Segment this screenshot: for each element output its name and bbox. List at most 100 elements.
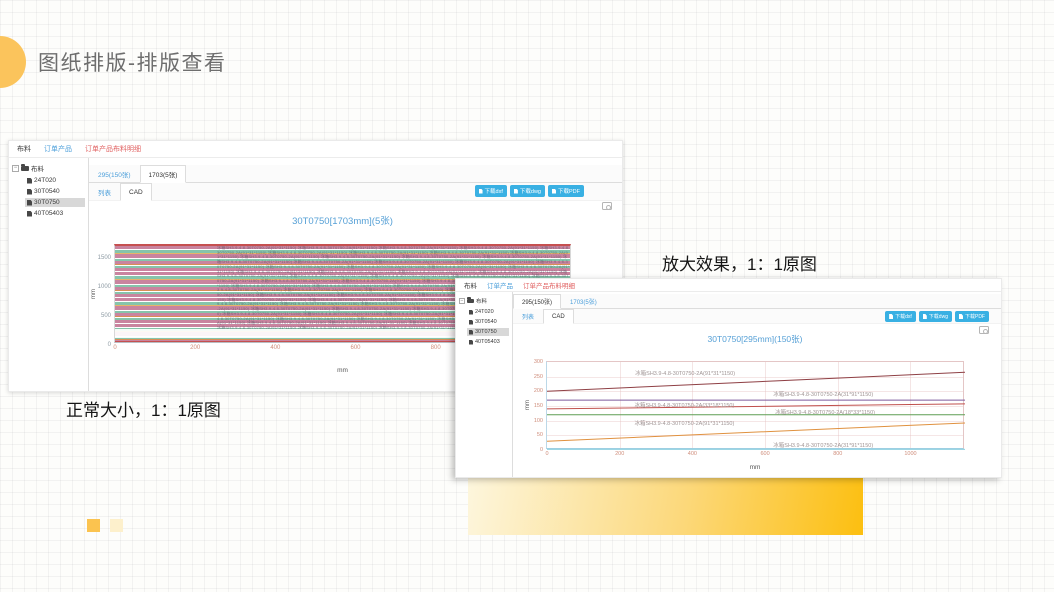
download-file-icon [552,189,556,194]
x-tick-label: 600 [351,345,361,351]
y-tick-label: 0 [540,447,543,453]
tree-item[interactable]: 24T020 [25,176,85,185]
y-tick-label: 50 [537,432,543,438]
x-axis-label: mm [750,464,761,471]
file-icon [469,330,473,335]
folder-icon [21,166,29,171]
series-label: 冰箱SH3.9-4.8-30T0750-2A(31*91*1150) [773,441,873,449]
view-tab[interactable]: CAD [543,309,574,324]
tree-item-label: 30T0750 [475,329,497,335]
tree-item[interactable]: 40T05403 [467,338,509,346]
x-tick-label: 600 [760,451,769,457]
x-tick-label: 0 [113,345,116,351]
export-button[interactable]: 下载dwg [510,185,545,197]
caption-normal-size: 正常大小，1：1原图 [66,396,221,421]
tree-root-label: 布料 [476,297,487,305]
tree-collapse-icon[interactable]: − [12,165,19,172]
x-axis-label: mm [337,367,348,374]
chart-title: 30T0750[1703mm](5张) [114,213,571,227]
y-tick-label: 1500 [98,255,111,261]
tree-collapse-icon[interactable]: − [459,298,465,304]
file-tree[interactable]: − 布料 24T020 30T0540 30T0750 40T05403 [456,292,513,477]
chart-title: 30T0750[295mm](150张) [546,333,964,345]
export-button-label: 下载dwg [520,187,541,195]
x-tick-label: 200 [615,451,624,457]
view-tab[interactable]: CAD [120,183,152,201]
x-tick-label: 400 [270,345,280,351]
nav-tab[interactable]: 订单产品 [44,144,72,154]
size-tabs: 295(150张)1703(5张) [89,165,622,183]
size-tab[interactable]: 295(150张) [89,165,140,183]
nav-tab[interactable]: 订单产品 [487,280,513,290]
tree-root[interactable]: − 布料 [459,297,509,305]
y-axis-label: mm [525,400,531,410]
y-tick-label: 250 [534,374,543,380]
piece-line [547,372,965,391]
x-tick-label: 400 [688,451,697,457]
slide-accent-square [87,519,100,532]
tree-item-label: 40T05403 [34,210,63,217]
nav-tab[interactable]: 布料 [464,280,477,290]
export-buttons: 下载dxf 下载dwg 下载PDF [475,185,584,197]
series-label: 冰箱SH3.9-4.8-30T0750-2A(18*33*1150) [775,408,875,416]
download-file-icon [923,314,927,319]
tree-item-label: 30T0750 [34,199,60,206]
content-panel: 295(150张)1703(5张) 下载dxf下载dwg下载PDF 列表CAD … [513,292,1001,477]
download-file-icon [514,189,518,194]
tree-item-label: 30T0540 [34,188,60,195]
file-icon [27,200,32,206]
export-button[interactable]: 下载PDF [955,311,989,322]
series-label: 冰箱SH3.9-4.8-30T0750-2A(91*31*1150) [635,369,735,377]
size-tab[interactable]: 1703(5张) [140,165,187,183]
tree-children: 24T020 30T0540 30T0750 40T05403 [459,308,509,346]
tree-item[interactable]: 30T0750 [25,198,85,207]
camera-icon[interactable] [602,202,612,210]
tree-root[interactable]: − 布料 [12,163,85,173]
view-tab[interactable]: 列表 [513,309,543,324]
export-button-label: 下载PDF [558,187,580,195]
slide-accent-gradient-bar [468,478,863,535]
x-tick-label: 0 [545,451,548,457]
view-tab[interactable]: 列表 [89,183,120,201]
window-body: − 布料 24T020 30T0540 30T0750 40T05403 295(150张… [456,292,1001,477]
export-button[interactable]: 下载dxf [475,185,507,197]
export-button[interactable]: 下载PDF [548,185,584,197]
screenshot-zoomed: 布料订单产品订单产品布料明细 − 布料 24T020 30T0540 30T0750 40… [455,278,1002,478]
y-tick-label: 100 [534,418,543,424]
view-tabs: 下载dxf 下载dwg 下载PDF 列表CAD [89,183,622,201]
tree-item[interactable]: 40T05403 [25,209,85,218]
nav-tab[interactable]: 订单产品布料明细 [85,144,141,154]
tree-item[interactable]: 30T0540 [467,318,509,326]
export-button[interactable]: 下载dxf [885,311,916,322]
nav-tabs: 布料订单产品订单产品布料明细 [456,279,1001,292]
download-file-icon [889,314,893,319]
file-tree[interactable]: − 布料 24T020 30T0540 30T0750 40T05403 [9,158,89,391]
tree-item-label: 30T0540 [475,319,497,325]
y-tick-label: 300 [534,359,543,365]
y-tick-label: 500 [101,313,111,319]
slide-accent-square-light [110,519,123,532]
download-file-icon [479,189,483,194]
tree-item[interactable]: 30T0750 [467,328,509,336]
download-file-icon [959,314,963,319]
file-icon [469,320,473,325]
nav-tab[interactable]: 布料 [17,144,31,154]
size-tabs: 295(150张)1703(5张) [513,294,1001,309]
tree-root-label: 布料 [31,163,44,173]
tree-item[interactable]: 24T020 [467,308,509,316]
export-button[interactable]: 下载dwg [919,311,952,322]
size-tab[interactable]: 295(150张) [513,294,561,309]
nav-tab[interactable]: 订单产品布料明细 [523,280,575,290]
x-tick-label: 1000 [904,451,916,457]
size-tab[interactable]: 1703(5张) [561,294,606,309]
pieces-lines [547,362,965,450]
slide-title: 图纸排版-排版查看 [38,47,227,77]
tree-item-label: 40T05403 [475,339,500,345]
y-tick-label: 0 [108,342,111,348]
y-tick-label: 1000 [98,284,111,290]
export-buttons: 下载dxf 下载dwg 下载PDF [885,311,989,322]
tree-item[interactable]: 30T0540 [25,187,85,196]
y-tick-label: 200 [534,388,543,394]
camera-icon[interactable] [979,326,989,334]
export-button-label: 下载dwg [929,313,948,320]
